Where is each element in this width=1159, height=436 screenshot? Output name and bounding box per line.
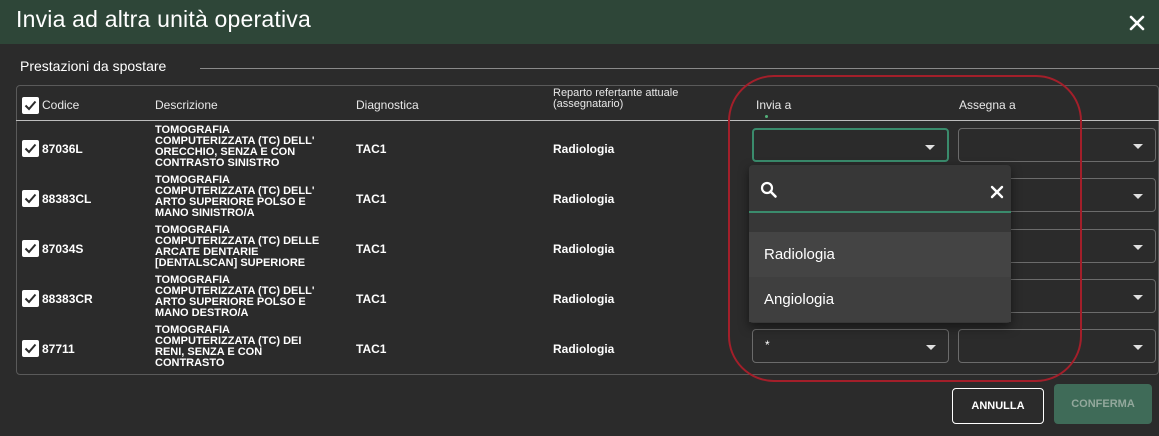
cell-codice: 87034S [42, 242, 84, 256]
dropdown-option-label: Angiologia [764, 291, 835, 308]
cell-diagnostica: TAC1 [356, 292, 387, 306]
dialog-title: Invia ad altra unità operativa [16, 6, 311, 32]
search-input-underline[interactable] [749, 211, 1011, 213]
cell-codice: 88383CL [42, 192, 92, 206]
desc-line: MANO SINISTRO/A [155, 207, 255, 219]
row-checkbox[interactable] [22, 240, 39, 257]
search-icon [760, 181, 777, 198]
cell-descrizione: TOMOGRAFIA COMPUTERIZZATA (TC) DELL' ART… [155, 275, 350, 319]
invia-a-select[interactable]: * [752, 329, 949, 363]
close-icon[interactable] [1128, 14, 1146, 32]
chevron-down-icon [1133, 295, 1143, 300]
invia-a-select[interactable] [752, 128, 949, 162]
dropdown-option-angiologia[interactable]: Angiologia [749, 277, 1011, 322]
close-icon[interactable] [990, 185, 1004, 199]
chevron-down-icon [1133, 345, 1143, 350]
desc-line: [DENTALSCAN] SUPERIORE [155, 257, 306, 269]
header-divider [16, 120, 1159, 121]
invia-a-value: * [765, 338, 770, 352]
column-header-reparto-line2: (assegnatario) [553, 98, 624, 110]
cell-codice: 87036L [42, 142, 83, 156]
column-header-reparto[interactable]: Reparto refertante attuale (assegnatario… [553, 88, 678, 110]
cell-diagnostica: TAC1 [356, 242, 387, 256]
chevron-down-icon [1133, 194, 1143, 199]
focus-indicator [765, 115, 768, 118]
select-all-checkbox[interactable] [22, 97, 39, 114]
row-checkbox[interactable] [22, 140, 39, 157]
cell-reparto: Radiologia [553, 342, 615, 356]
row-checkbox[interactable] [22, 290, 39, 307]
check-icon [24, 243, 37, 254]
column-header-codice[interactable]: Codice [42, 98, 79, 112]
column-header-descrizione[interactable]: Descrizione [155, 98, 218, 112]
cell-reparto: Radiologia [553, 192, 615, 206]
confirm-button[interactable]: CONFERMA [1054, 384, 1152, 424]
row-checkbox[interactable] [22, 340, 39, 357]
cell-reparto: Radiologia [553, 142, 615, 156]
check-icon [24, 193, 37, 204]
section-title: Prestazioni da spostare [20, 58, 167, 74]
cell-reparto: Radiologia [553, 292, 615, 306]
dropdown-option-label: Radiologia [764, 246, 835, 263]
chevron-down-icon [925, 145, 935, 150]
check-icon [24, 293, 37, 304]
cell-codice: 87711 [42, 342, 75, 356]
section-divider [200, 68, 1159, 69]
cell-codice: 88383CR [42, 292, 93, 306]
assegna-a-select[interactable] [958, 329, 1156, 363]
check-icon [24, 343, 37, 354]
column-header-assegna-a[interactable]: Assegna a [959, 98, 1016, 112]
desc-line: CONTRASTO SINISTRO [155, 157, 280, 169]
chevron-down-icon [926, 345, 936, 350]
cell-descrizione: TOMOGRAFIA COMPUTERIZZATA (TC) DELL' ART… [155, 175, 350, 219]
cell-descrizione: TOMOGRAFIA COMPUTERIZZATA (TC) DEI RENI,… [155, 325, 350, 369]
check-icon [24, 100, 37, 111]
cell-diagnostica: TAC1 [356, 192, 387, 206]
invia-a-dropdown: Radiologia Angiologia [749, 165, 1011, 323]
cancel-button[interactable]: ANNULLA [952, 388, 1044, 424]
cell-diagnostica: TAC1 [356, 142, 387, 156]
chevron-down-icon [1133, 245, 1143, 250]
check-icon [24, 143, 37, 154]
column-header-diagnostica[interactable]: Diagnostica [356, 98, 419, 112]
dialog-header: Invia ad altra unità operativa [0, 0, 1159, 44]
chevron-down-icon [1133, 144, 1143, 149]
cell-descrizione: TOMOGRAFIA COMPUTERIZZATA (TC) DELLE ARC… [155, 225, 350, 269]
assegna-a-select[interactable] [958, 128, 1156, 162]
dropdown-option-radiologia[interactable]: Radiologia [749, 232, 1011, 277]
cell-descrizione: TOMOGRAFIA COMPUTERIZZATA (TC) DELL' ORE… [155, 125, 350, 169]
cell-reparto: Radiologia [553, 242, 615, 256]
cell-diagnostica: TAC1 [356, 342, 387, 356]
row-checkbox[interactable] [22, 190, 39, 207]
column-header-invia-a[interactable]: Invia a [756, 98, 791, 112]
desc-line: CONTRASTO [155, 357, 225, 369]
desc-line: MANO DESTRO/A [155, 307, 249, 319]
